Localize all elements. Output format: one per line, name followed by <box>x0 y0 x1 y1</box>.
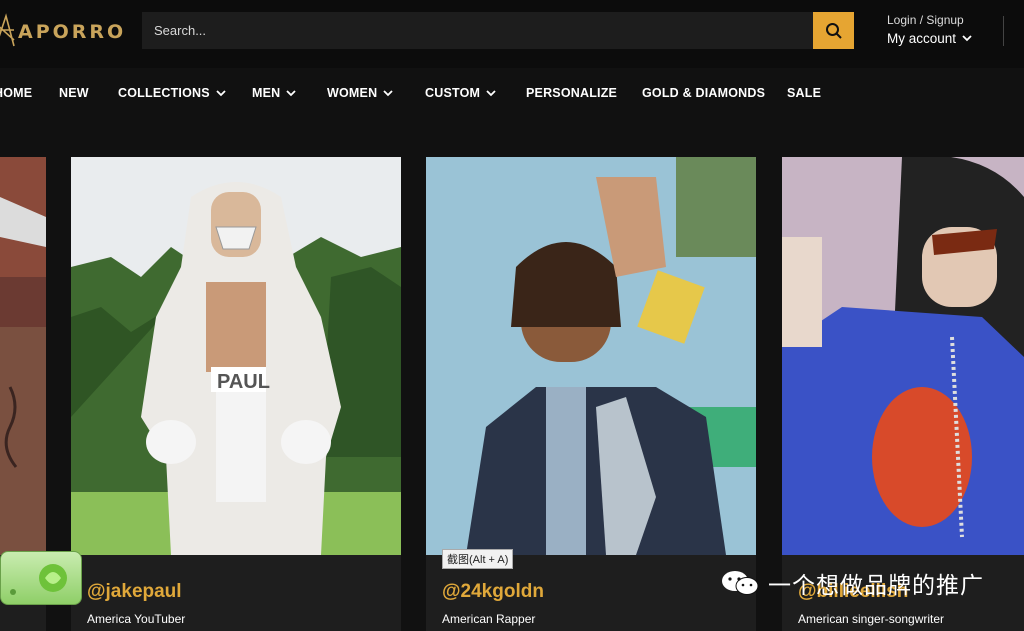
my-account-label: My account <box>887 31 957 46</box>
influencer-photo <box>426 157 756 555</box>
influencer-card[interactable]: @billieeilish American singer-songwriter <box>782 157 1024 631</box>
influencer-role: American singer-songwriter <box>798 612 945 626</box>
nav-item-home[interactable]: HOME <box>0 86 32 100</box>
chevron-down-icon <box>286 89 297 96</box>
nav-item-collections[interactable]: COLLECTIONS <box>118 86 226 100</box>
header-divider <box>1003 16 1004 46</box>
photo-waistband-text: PAUL <box>217 371 270 393</box>
nav-item-gold-diamonds[interactable]: GOLD & DIAMONDS <box>642 86 765 100</box>
nav-label: CUSTOM <box>425 86 481 100</box>
main-nav: HOME NEW COLLECTIONS MEN WOMEN CUSTOM PE… <box>0 68 1024 118</box>
nav-item-new[interactable]: NEW <box>59 86 89 100</box>
influencer-card[interactable]: PAUL @jakepaul America YouTuber <box>71 157 401 631</box>
influencer-role: America YouTuber <box>87 612 186 626</box>
nav-label: COLLECTIONS <box>118 86 210 100</box>
watermark-text: 一个想做品牌的推广 <box>768 573 984 599</box>
nav-label: WOMEN <box>327 86 378 100</box>
leaf-icon <box>10 564 67 595</box>
watermark: 一个想做品牌的推广 <box>720 566 984 600</box>
search-input[interactable] <box>142 12 812 49</box>
search-bar <box>142 12 854 49</box>
nav-item-men[interactable]: MEN <box>252 86 297 100</box>
influencer-role: American Rapper <box>442 612 536 626</box>
search-icon <box>825 22 842 39</box>
influencer-handle[interactable]: @24kgoldn <box>442 581 544 603</box>
nav-item-personalize[interactable]: PERSONALIZE <box>526 86 617 100</box>
account-menu[interactable]: Login / Signup My account <box>887 13 972 46</box>
chevron-down-icon <box>486 89 496 96</box>
search-button[interactable] <box>813 12 854 49</box>
nav-item-women[interactable]: WOMEN <box>327 86 393 100</box>
my-account-dropdown[interactable]: My account <box>887 31 972 46</box>
chevron-down-icon <box>383 89 393 96</box>
influencer-photo <box>782 157 1024 555</box>
chevron-down-icon <box>216 89 226 96</box>
nav-label: GOLD & DIAMONDS <box>642 86 766 100</box>
nav-item-custom[interactable]: CUSTOM <box>425 86 496 100</box>
nav-label: HOME <box>0 86 33 100</box>
influencer-photo <box>0 157 46 555</box>
influencer-handle[interactable]: @jakepaul <box>87 581 182 603</box>
floating-widget[interactable] <box>0 551 82 605</box>
influencer-card[interactable]: 截图(Alt + A) @24kgoldn American Rapper <box>426 157 756 631</box>
influencer-photo: PAUL <box>71 157 401 555</box>
chevron-down-icon <box>962 35 972 42</box>
logo[interactable]: APORRO <box>0 10 126 54</box>
nav-item-sale[interactable]: SALE <box>787 86 821 100</box>
screenshot-tooltip: 截图(Alt + A) <box>442 549 514 569</box>
logo-text: APORRO <box>18 21 127 43</box>
wechat-icon <box>722 571 759 595</box>
nav-label: MEN <box>252 86 281 100</box>
nav-label: NEW <box>59 86 89 100</box>
nav-label: SALE <box>787 86 822 100</box>
top-header: APORRO Login / Signup My account <box>0 0 1024 68</box>
logo-star-icon <box>0 13 15 47</box>
nav-label: PERSONALIZE <box>526 86 618 100</box>
login-signup-link[interactable]: Login / Signup <box>887 13 972 27</box>
